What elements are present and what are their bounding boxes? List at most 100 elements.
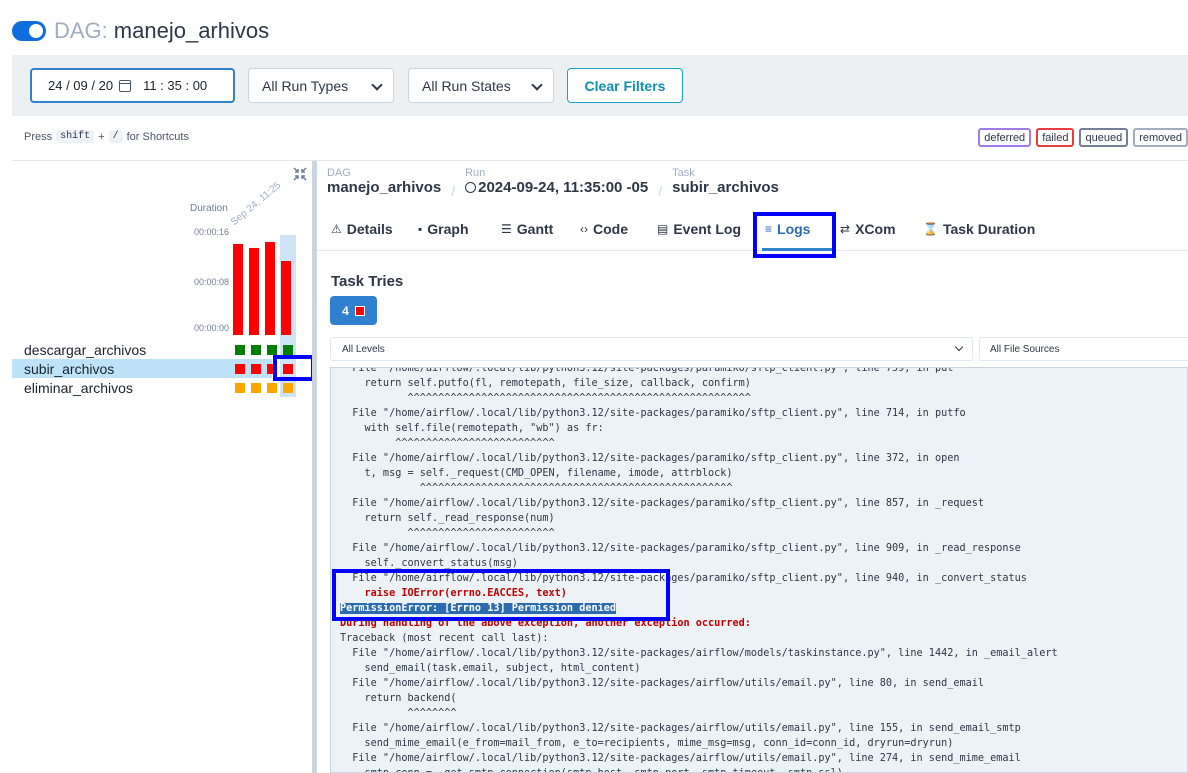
run-types-select[interactable]: All Run Types: [248, 68, 394, 103]
legend-failed[interactable]: failed: [1036, 128, 1075, 147]
task-instance-square[interactable]: [251, 364, 261, 374]
shortcuts-press: Press: [24, 130, 53, 143]
tab-label: Task Duration: [942, 221, 1036, 237]
tab-gantt[interactable]: ☰ Gantt: [501, 221, 553, 237]
task-instance-square[interactable]: [235, 364, 245, 374]
y-tick: 00:00:00: [193, 323, 229, 333]
task-name: eliminar_archivos: [24, 379, 133, 396]
tab-xcom[interactable]: ⇄ XCom: [840, 221, 896, 237]
tab-code[interactable]: ‹› Code: [580, 221, 628, 237]
log-line: return backend(: [340, 693, 457, 704]
chevron-down-icon: [954, 342, 964, 352]
calendar-icon[interactable]: [119, 79, 132, 92]
try-number: 4: [342, 303, 349, 318]
task-tries-title: Task Tries: [331, 273, 404, 290]
log-line: File "/home/airflow/.local/lib/python3.1…: [340, 678, 985, 689]
log-line: ^^^^^^^^^^^^^^^^^^^^^^^^^^^^^^^^^^^^^^^^…: [340, 393, 751, 404]
execution-date-input[interactable]: 24 / 09 / 20 11 : 35 : 00: [30, 68, 235, 103]
grid-panel: Duration Sep 24, 11:25 00:00:16 00:00:08…: [12, 161, 315, 773]
tab-details[interactable]: ⚠ Details: [331, 221, 393, 237]
tab-label: Code: [593, 221, 628, 237]
log-level-value: All Levels: [342, 343, 385, 355]
log-line: File "/home/airflow/.local/lib/python3.1…: [340, 408, 966, 419]
dag-header: DAG: manejo_arhivos: [12, 14, 269, 48]
hourglass-icon: ⌛: [923, 222, 938, 236]
run-states-select[interactable]: All Run States: [408, 68, 554, 103]
tab-event-log[interactable]: ▤ Event Log: [657, 221, 741, 237]
breadcrumb-run[interactable]: Run 2024-09-24, 11:35:00 -05: [465, 167, 648, 199]
tab-graph[interactable]: ▪ Graph: [418, 221, 469, 237]
legend-queued[interactable]: queued: [1079, 128, 1129, 147]
duration-label: Duration: [190, 203, 228, 214]
task-instance-square[interactable]: [235, 383, 245, 393]
legend-removed[interactable]: removed: [1133, 128, 1188, 147]
task-instance-square[interactable]: [235, 345, 245, 355]
dag-title: manejo_arhivos: [113, 18, 270, 43]
log-line: ^^^^^^^^^^^^^^^^^^^^^^^^: [340, 528, 555, 539]
log-line: send_mime_email(e_from=mail_from, e_to=r…: [340, 738, 954, 749]
graph-icon: ▪: [418, 222, 423, 236]
collapse-icon[interactable]: [293, 167, 307, 181]
breadcrumb-dag[interactable]: DAG manejo_arhivos: [327, 167, 441, 199]
task-row-subir[interactable]: subir_archivos: [12, 359, 272, 378]
duration-bar[interactable]: [249, 248, 259, 335]
task-instance-square[interactable]: [251, 345, 261, 355]
dag-pause-toggle[interactable]: [12, 21, 46, 41]
breadcrumb-label: Run: [465, 167, 486, 179]
run-types-value: All Run Types: [262, 77, 349, 94]
time-value: 11 : 35 : 00: [143, 78, 208, 93]
exchange-icon: ⇄: [840, 222, 851, 236]
task-instance-square[interactable]: [267, 383, 277, 393]
breadcrumb-separator: /: [658, 183, 663, 199]
tab-label: Event Log: [673, 221, 742, 237]
log-line: File "/home/airflow/.local/lib/python3.1…: [340, 498, 985, 509]
tab-task-duration[interactable]: ⌛ Task Duration: [923, 221, 1035, 237]
breadcrumb-value: manejo_arhivos: [327, 179, 442, 196]
breadcrumb-task[interactable]: Task subir_archivos: [672, 167, 779, 199]
run-states-value: All Run States: [422, 77, 511, 94]
log-line: with self.file(remotepath, "wb") as fr:: [340, 423, 604, 434]
warning-icon: ⚠: [331, 222, 342, 236]
task-instance-square[interactable]: [267, 345, 277, 355]
file-source-value: All File Sources: [990, 343, 1060, 355]
slash-key: /: [108, 130, 123, 143]
date-value: 24 / 09 / 20: [48, 78, 114, 93]
log-line: smtp_conn = _get_smtp_connection(smtp_ho…: [340, 766, 1187, 772]
y-tick: 00:00:08: [193, 277, 229, 287]
run-date-label: Sep 24, 11:25: [228, 180, 284, 228]
duration-bar[interactable]: [265, 242, 275, 335]
log-line: File "/home/airflow/.local/lib/python3.1…: [340, 753, 1021, 764]
file-source-select[interactable]: All File Sources: [979, 337, 1188, 361]
log-line: File "/home/airflow/.local/lib/python3.1…: [340, 723, 1021, 734]
task-instance-square[interactable]: [283, 383, 293, 393]
task-name: subir_archivos: [24, 360, 115, 377]
tab-label: Gantt: [516, 221, 554, 237]
shortcuts-hint: Press shift + / for Shortcuts: [24, 130, 189, 143]
duration-bar[interactable]: [233, 244, 243, 335]
shift-key: shift: [56, 130, 95, 143]
shortcuts-plus: +: [98, 130, 105, 143]
highlight-permission-error: [332, 569, 670, 621]
duration-bar[interactable]: [281, 261, 291, 335]
breadcrumb: DAG manejo_arhivos / Run 2024-09-24, 11:…: [327, 167, 779, 199]
duration-bars: [233, 233, 297, 335]
log-line: return self._read_response(num): [340, 513, 555, 524]
log-line: send_email(task.email, subject, html_con…: [340, 663, 641, 674]
legend-deferred[interactable]: deferred: [978, 128, 1032, 147]
task-instance-square[interactable]: [283, 345, 293, 355]
failed-state-icon: [354, 305, 365, 316]
breadcrumb-label: Task: [672, 167, 695, 179]
task-instance-square[interactable]: [251, 383, 261, 393]
log-line: File "/home/airflow/.local/lib/python3.1…: [340, 453, 960, 464]
gantt-icon: ☰: [501, 222, 512, 236]
try-4-button[interactable]: 4: [330, 296, 377, 325]
task-name: descargar_archivos: [24, 341, 147, 358]
log-line: File "/home/airflow/.local/lib/python3.1…: [340, 367, 954, 374]
clock-icon: [465, 182, 477, 193]
clear-filters-button[interactable]: Clear Filters: [567, 68, 683, 103]
tab-label: Graph: [427, 221, 469, 237]
log-level-select[interactable]: All Levels: [330, 337, 973, 361]
dag-prefix: DAG:: [54, 18, 108, 43]
log-line: ^^^^^^^^: [340, 708, 457, 719]
calendar-icon: ▤: [657, 222, 669, 236]
